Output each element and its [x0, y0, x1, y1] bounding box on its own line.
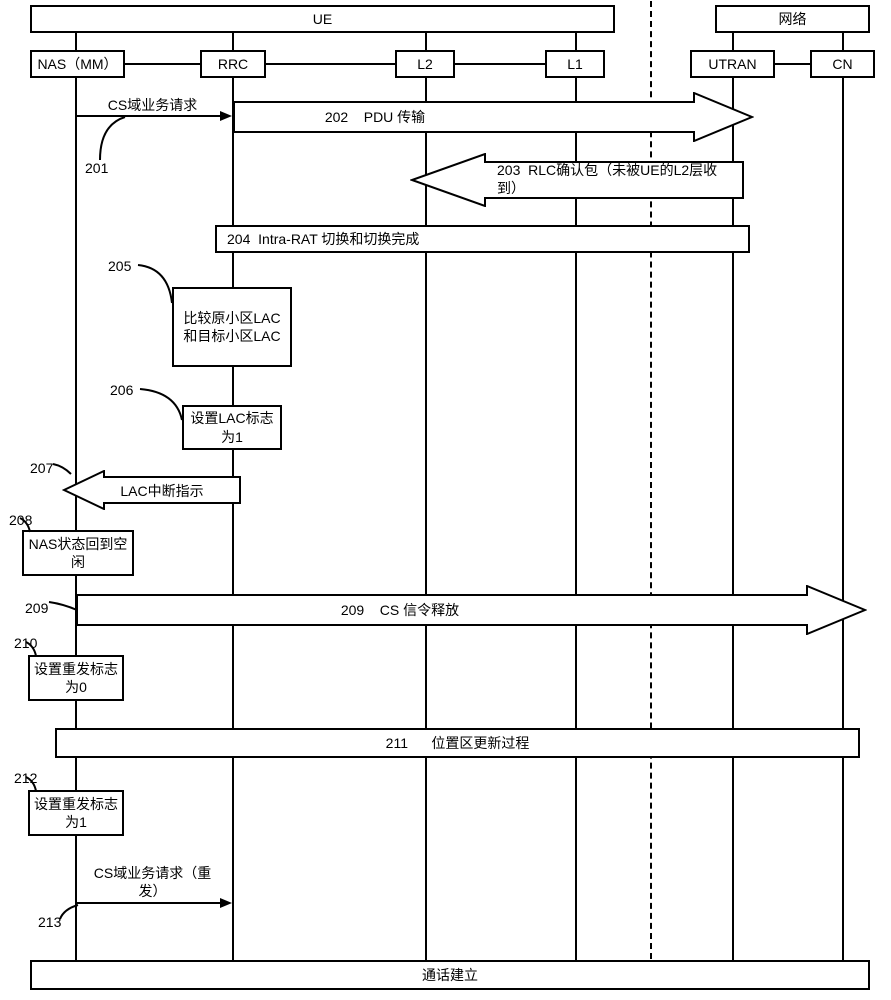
sequence-diagram: UE 网络 NAS（MM） RRC L2 L1 UTRAN CN CS域业务请求…: [0, 0, 891, 1000]
arrowhead-icon: [220, 898, 232, 908]
ref-209: 209: [25, 600, 48, 616]
connector: [575, 33, 577, 50]
nas-header: NAS（MM）: [30, 50, 125, 78]
msg-201-label: CS域业务请求: [85, 96, 220, 114]
msg-213-label: CS域业务请求（重发）: [85, 864, 220, 900]
leader-line: [138, 387, 186, 422]
cn-lifeline: [842, 78, 844, 960]
connector: [732, 33, 734, 50]
rrc-header: RRC: [200, 50, 266, 78]
connector: [232, 253, 234, 287]
connector: [75, 33, 77, 50]
l2-header: L2: [395, 50, 455, 78]
connector: [232, 450, 234, 472]
ref-206: 206: [110, 382, 133, 398]
connector: [125, 63, 200, 65]
connector: [232, 367, 234, 405]
footer-box: 通话建立: [30, 960, 870, 990]
network-group-header: 网络: [715, 5, 870, 33]
utran-header: UTRAN: [690, 50, 775, 78]
msg-205-box: 比较原小区LAC和目标小区LAC: [172, 287, 292, 367]
msg-204-box: 204 Intra-RAT 切换和切换完成: [215, 225, 750, 253]
l1-header: L1: [545, 50, 605, 78]
msg-211-box: 211 位置区更新过程: [55, 728, 860, 758]
connector: [266, 63, 395, 65]
connector: [455, 63, 545, 65]
rrc-lifeline: [232, 78, 234, 960]
msg-209-label: 209 CS 信令释放: [290, 601, 510, 619]
leader-line: [18, 516, 32, 534]
leader-line: [24, 775, 38, 793]
msg-213-arrow: [76, 902, 222, 904]
leader-line: [136, 263, 176, 305]
l2-lifeline: [425, 78, 427, 960]
ref-205: 205: [108, 258, 131, 274]
connector: [232, 33, 234, 50]
msg-206-box: 设置LAC标志为1: [182, 405, 282, 450]
arrowhead-icon: [220, 111, 232, 121]
leader-line: [51, 462, 73, 476]
utran-lifeline: [732, 78, 734, 960]
msg-207-label: LAC中断指示: [107, 482, 217, 500]
ue-group-header: UE: [30, 5, 615, 33]
msg-212-box: 设置重发标志为1: [28, 790, 124, 836]
leader-line: [58, 903, 80, 921]
ref-207: 207: [30, 460, 53, 476]
connector: [425, 33, 427, 50]
l1-lifeline: [575, 78, 577, 960]
cn-header: CN: [810, 50, 875, 78]
leader-line: [95, 115, 135, 165]
connector: [842, 33, 844, 50]
msg-203-label: 203 RLC确认包（未被UE的L2层收到）: [497, 161, 722, 197]
leader-line: [47, 600, 79, 614]
msg-208-box: NAS状态回到空闲: [22, 530, 134, 576]
ref-201: 201: [85, 160, 108, 176]
msg-210-box: 设置重发标志为0: [28, 655, 124, 701]
msg-202-label: 202 PDU 传输: [270, 108, 480, 126]
connector: [775, 63, 810, 65]
ue-network-separator: [650, 1, 652, 959]
leader-line: [24, 640, 38, 658]
